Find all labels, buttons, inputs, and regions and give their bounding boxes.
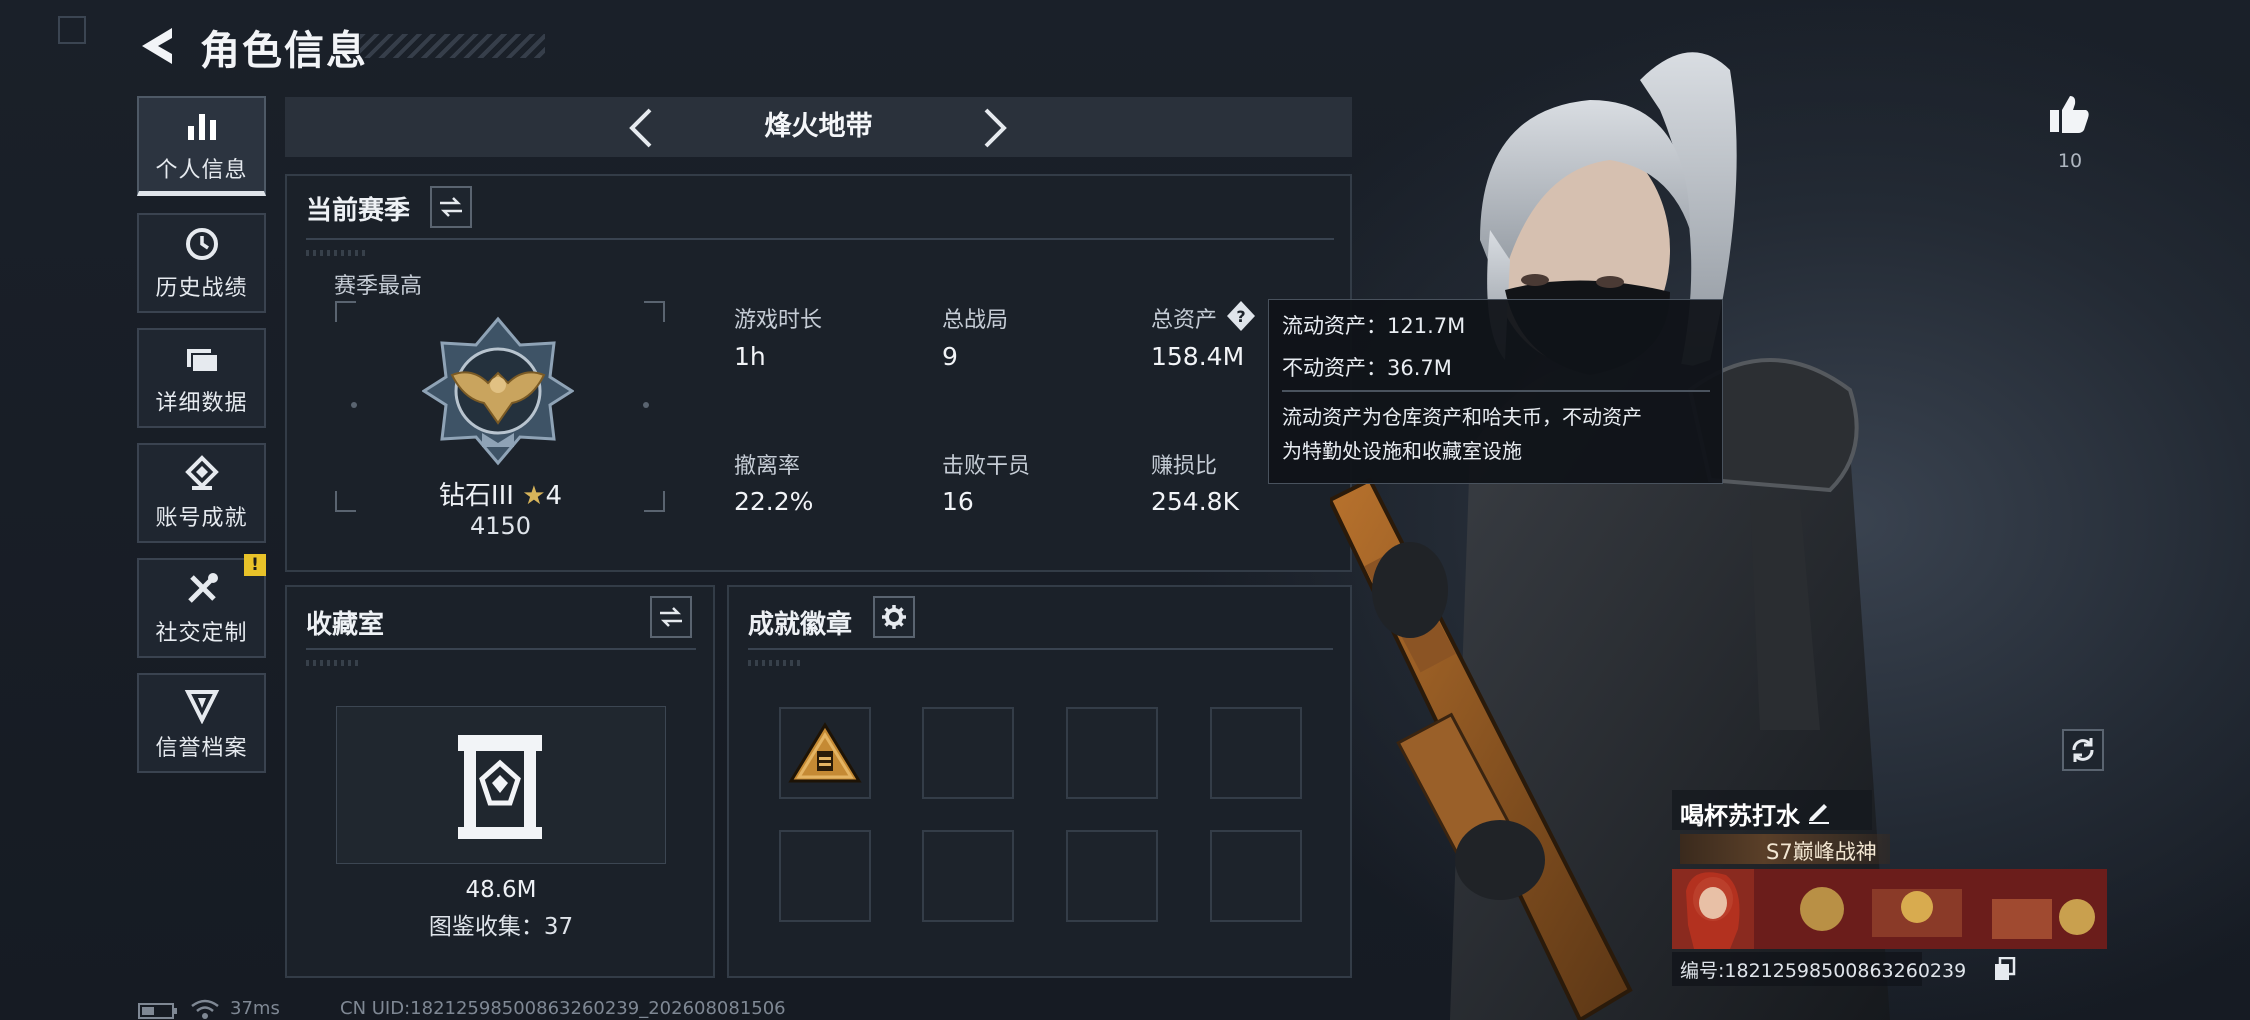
ping-text: 37ms — [230, 998, 280, 1019]
bar-chart-icon — [187, 113, 216, 140]
collection-count: 图鉴收集：37 — [428, 914, 574, 940]
season-switch-button[interactable] — [430, 186, 472, 228]
mode-selector-bar — [285, 97, 1352, 157]
sidebar-item-label: 信誉档案 — [155, 736, 248, 761]
tools-icon — [187, 573, 218, 603]
back-arrow-icon[interactable] — [136, 24, 180, 68]
rank-emblem-icon — [422, 316, 574, 466]
sidebar-item-label: 个人信息 — [155, 157, 248, 183]
stat-value: 22.2% — [734, 487, 814, 516]
like-count: 10 — [2057, 150, 2083, 172]
sidebar-item-detailed-data[interactable]: 详细数据 — [137, 328, 266, 428]
decor-text — [748, 660, 804, 666]
collection-value: 48.6M — [465, 877, 537, 903]
achievement-icon — [184, 455, 219, 490]
refresh-icon — [2072, 738, 2094, 762]
badge-slot[interactable] — [922, 830, 1014, 922]
rank-score: 4150 — [469, 512, 532, 540]
badge-slot[interactable] — [779, 830, 871, 922]
stat-label: 赚损比 — [1151, 454, 1218, 479]
chevron-left-icon[interactable] — [620, 104, 664, 152]
player-title: S7巅峰战神 — [1766, 840, 1877, 864]
help-icon[interactable]: ? — [1226, 300, 1256, 332]
chevron-right-icon[interactable] — [972, 104, 1016, 152]
sidebar-item-label: 详细数据 — [155, 391, 248, 416]
profile-banner[interactable] — [1672, 869, 2107, 949]
gear-icon — [882, 605, 906, 629]
tooltip-divider — [1282, 390, 1710, 392]
svg-text:?: ? — [1236, 307, 1245, 326]
stat-label: 游戏时长 — [734, 308, 823, 333]
tooltip-desc-line: 为特勤处设施和收藏室设施 — [1282, 439, 1522, 463]
history-icon — [185, 228, 218, 260]
decor-text — [306, 660, 362, 666]
badge-slot[interactable] — [1066, 707, 1158, 799]
shield-badge-icon — [184, 690, 219, 724]
badge-slot[interactable] — [1210, 830, 1302, 922]
collection-heading: 收藏室 — [306, 610, 385, 640]
divider — [748, 648, 1333, 650]
swap-icon — [660, 607, 682, 627]
edit-icon[interactable] — [1806, 798, 1832, 824]
player-id: 编号:18212598500863260239 — [1680, 960, 1967, 982]
folder-icon — [186, 349, 219, 373]
stat-label: 撤离率 — [734, 454, 801, 479]
rank-name: 钻石III ★4 — [428, 475, 573, 512]
decor-text — [306, 250, 366, 256]
stat-label: 击败干员 — [942, 454, 1031, 479]
sidebar-item-label: 账号成就 — [155, 506, 248, 531]
title-decoration — [360, 34, 545, 58]
tooltip-fixed-assets: 不动资产：36.7M — [1282, 356, 1452, 380]
page-title: 角色信息 — [200, 28, 368, 74]
season-heading: 当前赛季 — [306, 196, 411, 226]
battery-icon — [138, 1003, 177, 1019]
badge-slot[interactable] — [922, 707, 1014, 799]
badge-slot[interactable] — [779, 707, 871, 799]
notification-badge: ! — [244, 554, 266, 576]
badges-heading: 成就徽章 — [748, 610, 853, 640]
badge-slot[interactable] — [1210, 707, 1302, 799]
stat-value: 158.4M — [1151, 342, 1245, 371]
vault-icon — [458, 735, 542, 839]
wifi-icon — [191, 999, 219, 1019]
divider — [306, 648, 696, 650]
badge-slot[interactable] — [1066, 830, 1158, 922]
sidebar-item-history[interactable]: 历史战绩 — [137, 213, 266, 313]
season-best-label: 赛季最高 — [334, 274, 423, 299]
stat-value: 9 — [942, 342, 958, 371]
uid-text: CN UID:18212598500863260239_202608081506 — [340, 998, 786, 1019]
swap-icon — [440, 197, 462, 217]
sidebar-item-personal-info[interactable]: 个人信息 — [137, 96, 266, 196]
rank-stars: 4 — [545, 481, 563, 511]
sidebar-item-label: 历史战绩 — [155, 276, 248, 301]
badges-settings-button[interactable] — [873, 596, 915, 638]
stat-value: 1h — [734, 342, 766, 371]
pyramid-badge-icon — [788, 722, 862, 783]
rank-name-text: 钻石III — [438, 481, 514, 511]
star-icon: ★ — [522, 481, 546, 511]
stat-label: 总资产 — [1151, 308, 1218, 333]
tooltip-desc-line: 流动资产为仓库资产和哈夫币，不动资产 — [1282, 405, 1642, 429]
stat-label: 总战局 — [942, 308, 1009, 333]
sidebar-item-label: 社交定制 — [155, 621, 248, 646]
copy-icon[interactable] — [1994, 957, 2016, 981]
sidebar-item-achievements[interactable]: 账号成就 — [137, 443, 266, 543]
sidebar-item-reputation[interactable]: 信誉档案 — [137, 673, 266, 773]
thumbs-up-icon[interactable] — [2048, 92, 2092, 136]
corner-decoration — [58, 16, 86, 44]
player-name: 喝杯苏打水 — [1680, 802, 1800, 830]
divider — [306, 238, 1334, 240]
stat-value: 16 — [942, 487, 974, 516]
rotate-model-button[interactable] — [2062, 729, 2104, 771]
tooltip-liquid-assets: 流动资产：121.7M — [1282, 314, 1466, 338]
stat-value: 254.8K — [1151, 487, 1239, 516]
collection-switch-button[interactable] — [650, 596, 692, 638]
